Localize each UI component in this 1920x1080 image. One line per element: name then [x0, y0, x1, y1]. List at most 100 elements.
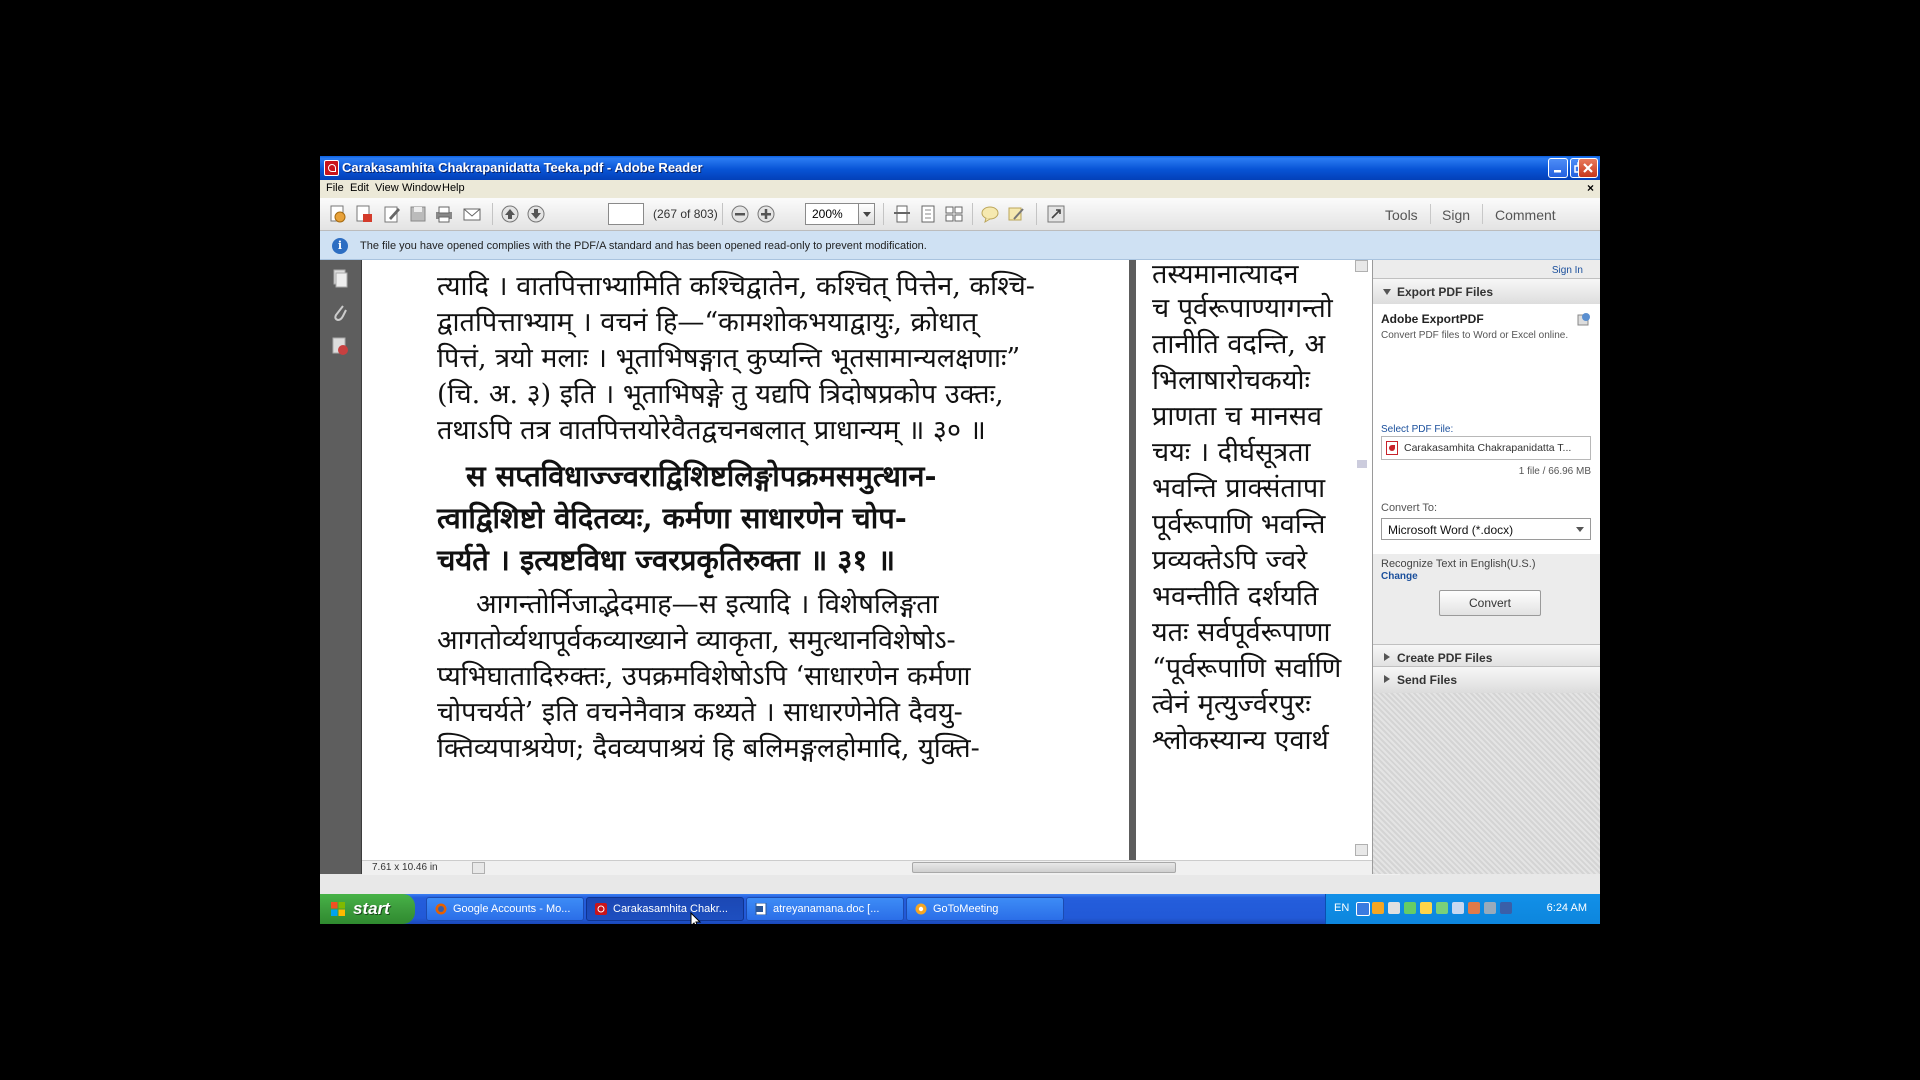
close-icon: [1583, 163, 1593, 173]
scroll-mode-icon[interactable]: [892, 204, 912, 224]
document-view[interactable]: त्यादि । वातपित्ताभ्यामिति कश्चिद्वातेन,…: [362, 260, 1400, 860]
toolbar-separator: [1430, 204, 1431, 224]
toolbar-separator: [883, 203, 884, 225]
scroll-thumb[interactable]: [912, 862, 1176, 873]
network-icon[interactable]: [1404, 902, 1416, 914]
fit-page-icon[interactable]: [918, 204, 938, 224]
convert-button[interactable]: Convert: [1439, 590, 1541, 616]
toolbar-separator: [492, 203, 493, 225]
export-pdf-header[interactable]: Export PDF Files: [1373, 278, 1600, 306]
zoom-level-field[interactable]: 200%: [805, 203, 859, 225]
language-indicator[interactable]: EN: [1334, 902, 1349, 914]
export-description: Convert PDF files to Word or Excel onlin…: [1381, 330, 1569, 341]
menu-edit[interactable]: Edit: [350, 182, 369, 194]
volume-icon[interactable]: [1452, 902, 1464, 914]
minimize-button[interactable]: [1548, 158, 1568, 178]
system-tray: EN 6:24 AM: [1325, 894, 1600, 924]
adobe-reader-icon: [595, 903, 607, 915]
firefox-icon: [435, 903, 447, 915]
edit-document-icon[interactable]: [382, 204, 402, 224]
text-line: आगतोर्व्यथापूर्वकव्याख्याने व्याकृता, सम…: [437, 625, 956, 656]
change-language-link[interactable]: Change: [1381, 571, 1418, 582]
close-button[interactable]: [1578, 158, 1598, 178]
page-count: (267 of 803): [653, 207, 718, 221]
signatures-icon[interactable]: [330, 336, 350, 358]
next-page-icon[interactable]: [526, 204, 546, 224]
text-line: भवन्ति प्राक्संतापा: [1152, 473, 1326, 504]
menu-file[interactable]: File: [326, 182, 344, 194]
scroll-left-icon[interactable]: [472, 862, 485, 874]
toolbar-separator: [1482, 204, 1483, 224]
window-title-bar[interactable]: Carakasamhita Chakrapanidatta Teeka.pdf …: [320, 156, 1600, 180]
window-title: Carakasamhita Chakrapanidatta Teeka.pdf …: [342, 160, 703, 175]
attachments-icon[interactable]: [330, 302, 350, 324]
page-number-input[interactable]: [608, 203, 644, 225]
taskbar-item-adobe-reader[interactable]: Carakasamhita Chakr...: [586, 897, 744, 921]
info-icon: i: [332, 238, 348, 254]
taskbar-item-firefox[interactable]: Google Accounts - Mo...: [426, 897, 584, 921]
sign-in-link[interactable]: Sign In: [1552, 265, 1583, 276]
text-line: च पूर्वरूपाण्यागन्तो: [1152, 293, 1333, 324]
comment-pane-button[interactable]: Comment: [1495, 207, 1556, 223]
monitor-icon[interactable]: [1500, 902, 1512, 914]
gotomeeting-icon: [915, 903, 927, 915]
sticky-note-icon[interactable]: [980, 204, 1000, 224]
expand-arrow-icon: [1383, 289, 1391, 299]
selected-file-field[interactable]: Carakasamhita Chakrapanidatta T...: [1381, 436, 1591, 460]
text-line: चयः । दीर्घसूत्रता: [1152, 437, 1311, 468]
sign-pane-button[interactable]: Sign: [1442, 207, 1470, 223]
gotomeeting-tray-icon[interactable]: [1372, 902, 1384, 914]
scroll-down-icon[interactable]: [1355, 844, 1368, 856]
clock: 6:24 AM: [1546, 902, 1587, 914]
update-icon[interactable]: [1420, 902, 1432, 914]
zoom-out-icon[interactable]: [730, 204, 750, 224]
convert-format-select[interactable]: Microsoft Word (*.docx): [1381, 518, 1591, 540]
verse-line: स सप्तविधाज्ज्वराद्विशिष्टलिङ्गोपक्रमसमु…: [466, 459, 937, 493]
print-icon[interactable]: [434, 204, 454, 224]
create-pdf-icon[interactable]: [328, 204, 348, 224]
zoom-dropdown-button[interactable]: [859, 203, 875, 225]
minimize-icon: [1554, 170, 1561, 173]
save-icon[interactable]: [408, 204, 428, 224]
tools-pane-button[interactable]: Tools: [1385, 207, 1418, 223]
fit-width-icon[interactable]: [944, 204, 964, 224]
horizontal-scrollbar[interactable]: [472, 860, 1400, 875]
page-size-text: 7.61 x 10.46 in: [372, 862, 438, 873]
vertical-scrollbar[interactable]: [1355, 260, 1370, 860]
highlight-icon[interactable]: [1006, 204, 1026, 224]
text-line: (चि. अ. ३) इति । भूताभिषङ्गे तु यद्यपि त…: [437, 379, 1004, 410]
start-button[interactable]: start: [320, 894, 415, 924]
convert-to-label: Convert To:: [1381, 502, 1438, 514]
page-size-indicator: 7.61 x 10.46 in: [362, 860, 472, 875]
scroll-thumb[interactable]: [1357, 460, 1367, 468]
email-icon[interactable]: [462, 204, 482, 224]
text-line: भिलाषारोचकयोः: [1152, 365, 1310, 396]
desktop-screen: Carakasamhita Chakrapanidatta Teeka.pdf …: [320, 156, 1600, 924]
tools-panel: Sign In Export PDF Files Adobe ExportPDF…: [1372, 260, 1600, 874]
open-pdf-icon[interactable]: [354, 204, 374, 224]
file-info: 1 file / 66.96 MB: [1518, 466, 1591, 477]
previous-page-icon[interactable]: [500, 204, 520, 224]
taskbar-item-gotomeeting[interactable]: GoToMeeting: [906, 897, 1064, 921]
menu-bar: File Edit View Window Help ×: [320, 180, 1600, 198]
help-icon[interactable]: [1356, 902, 1370, 916]
display-icon[interactable]: [1484, 902, 1496, 914]
menu-window[interactable]: Window: [402, 182, 441, 194]
menu-view[interactable]: View: [375, 182, 399, 194]
text-line: आगन्तोर्निजाद्भेदमाह—स इत्यादि । विशेषलि…: [476, 589, 939, 620]
document-close-icon[interactable]: ×: [1587, 181, 1594, 195]
menu-help[interactable]: Help: [442, 182, 465, 194]
scroll-up-icon[interactable]: [1355, 260, 1368, 272]
text-line: भवन्तीति दर्शयति: [1152, 581, 1319, 612]
text-line: प्रव्यक्तेऽपि ज्वरे: [1152, 545, 1308, 576]
adobe-reader-icon: [324, 160, 339, 176]
taskbar-item-word[interactable]: atreyanamana.doc [...: [746, 897, 904, 921]
antivirus-icon[interactable]: [1436, 902, 1448, 914]
pdf-file-icon: [1386, 441, 1398, 455]
zoom-in-icon[interactable]: [756, 204, 776, 224]
fullscreen-icon[interactable]: [1046, 204, 1066, 224]
app-tray-icon[interactable]: [1468, 902, 1480, 914]
security-icon[interactable]: [1388, 902, 1400, 914]
send-files-header[interactable]: Send Files: [1373, 666, 1600, 694]
page-thumbnails-icon[interactable]: [330, 268, 350, 290]
